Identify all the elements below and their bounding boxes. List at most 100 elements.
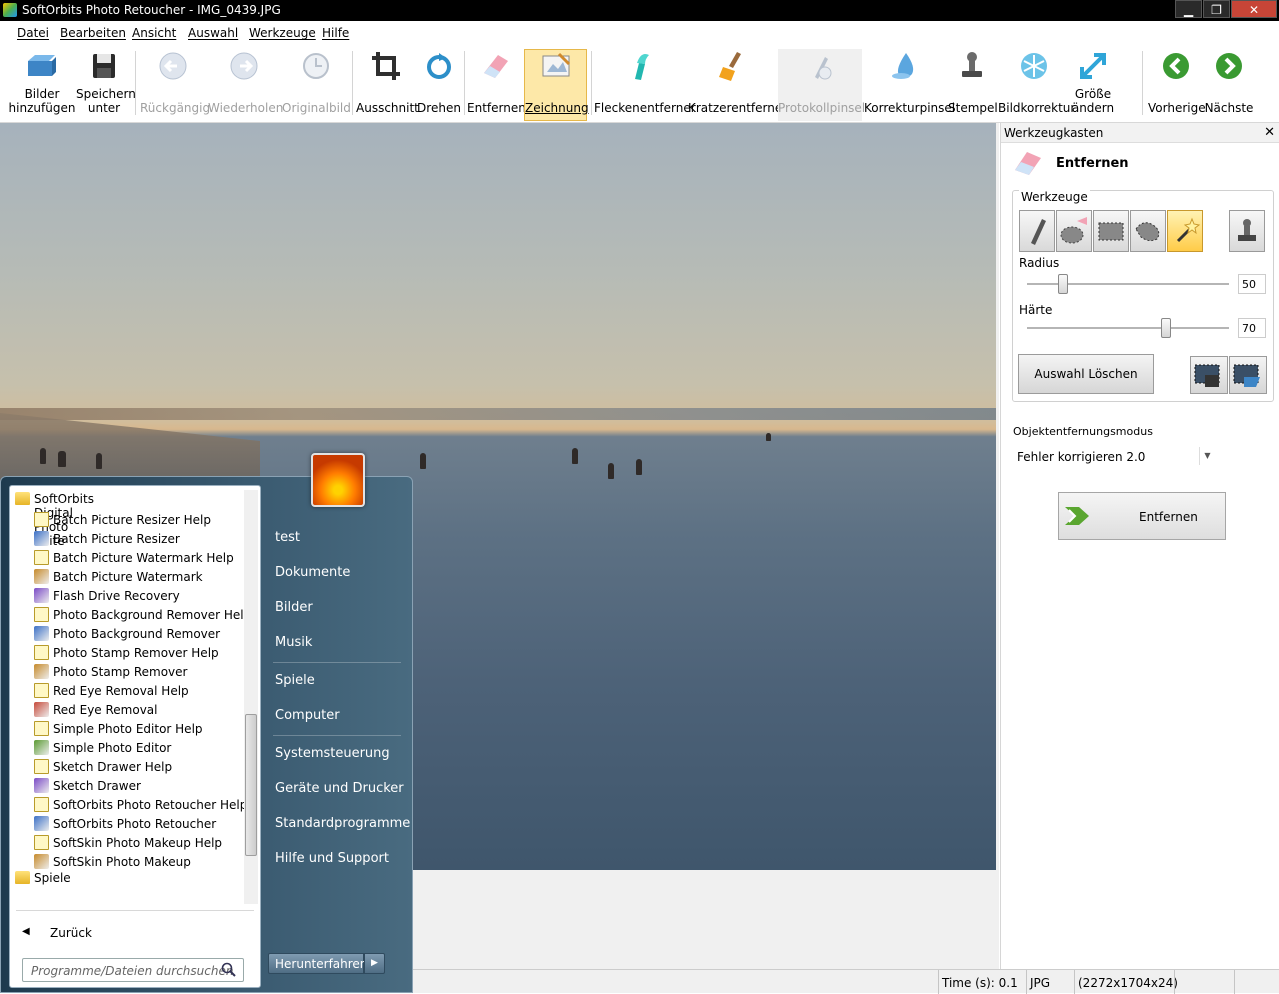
drawing-icon [542,52,570,77]
minimize-button[interactable]: ▁ [1175,0,1202,18]
start-music[interactable]: Musik [275,635,312,650]
lasso-eraser-tool[interactable] [1056,210,1092,252]
app-icon [34,854,49,869]
eraser-icon [484,55,508,78]
separator [273,735,401,736]
resize-button[interactable]: Größe ändern [1070,49,1116,121]
search-input[interactable]: Programme/Dateien durchsuchen [22,958,244,982]
menu-bar: Datei Bearbeiten Ansicht Auswahl Werkzeu… [0,21,1279,45]
rotate-button[interactable]: Drehen [417,49,461,121]
back-button[interactable]: Zurück [50,926,92,940]
rectangle-select-tool[interactable] [1093,210,1129,252]
arrow-right-icon [1065,507,1089,525]
redo-button[interactable]: Wiederholen [208,49,283,121]
start-control-panel[interactable]: Systemsteuerung [275,746,390,761]
next-arrow-icon [1216,53,1242,79]
magic-wand-icon [1176,217,1201,243]
pencil-tool[interactable] [1019,210,1055,252]
toolbox-close-button[interactable]: ✕ [1264,125,1275,140]
radius-value[interactable]: 50 [1238,274,1266,294]
start-help-support[interactable]: Hilfe und Support [275,851,389,866]
user-avatar[interactable] [311,453,365,507]
app-logo-icon [3,3,17,17]
hardness-slider[interactable] [1027,327,1229,329]
hardness-value[interactable]: 70 [1238,318,1266,338]
radius-slider[interactable] [1027,283,1229,285]
toolbar-separator [591,51,592,115]
menu-bearbeiten[interactable]: Bearbeiten [60,26,126,40]
stamp-button[interactable]: Stempel [948,49,998,121]
stamp-tool[interactable] [1229,210,1265,252]
magic-wand-tool[interactable] [1167,210,1203,252]
protocol-brush-button[interactable]: Protokollpinsel [778,49,865,121]
drawing-tool-button[interactable]: Zeichnung [524,49,589,121]
removal-mode-select[interactable]: Fehler korrigieren 2.0 ▼ [1013,445,1215,467]
toolbox-section-title: Entfernen [1056,156,1129,171]
programs-scrollbar[interactable] [244,490,258,904]
remove-tool-button[interactable]: Entfernen [467,49,526,121]
pencil-icon [1031,219,1046,245]
load-selection-icon [1233,364,1260,387]
status-time: Time (s): 0.1 [938,970,1026,994]
status-empty [1234,970,1279,994]
start-documents[interactable]: Dokumente [275,565,350,580]
horizon-shore [0,408,996,420]
scratch-remover-button[interactable]: Kratzerentferner [688,49,787,121]
swimmer [766,433,771,441]
crop-icon [372,52,400,80]
toolbox-panel: Werkzeugkasten ✕ Entfernen Werkzeuge Rad… [1000,123,1279,969]
scrollbar-thumb[interactable] [245,714,257,856]
hardness-slider-thumb[interactable] [1161,318,1172,338]
correction-brush-button[interactable]: Korrekturpinsel [864,49,955,121]
start-default-programs[interactable]: Standardprogramme [275,816,410,831]
app-icon [34,816,49,831]
toolbar: Bilder hinzufügen Speichern unter Rückgä… [0,45,1279,123]
separator [16,910,254,911]
start-user-name[interactable]: test [275,530,300,545]
water-drop-icon [892,53,914,79]
menu-hilfe[interactable]: Hilfe [322,26,349,40]
search-icon[interactable] [221,962,237,978]
clock-icon [303,53,329,79]
original-image-button[interactable]: Originalbild [282,49,351,121]
lasso-select-tool[interactable] [1130,210,1166,252]
shutdown-button[interactable]: Herunterfahren [268,953,367,974]
start-games[interactable]: Spiele [275,673,315,688]
image-correction-button[interactable]: Bildkorrektur [998,49,1075,121]
menu-ansicht[interactable]: Ansicht [132,26,176,40]
help-icon [34,835,49,850]
menu-auswahl[interactable]: Auswahl [188,26,238,40]
removal-mode-label: Objektentfernungsmodus [1013,425,1153,438]
app-icon [34,702,49,717]
start-devices-printers[interactable]: Geräte und Drucker [275,781,404,796]
shutdown-options-button[interactable]: ▶ [364,953,385,974]
save-selection-button[interactable] [1190,356,1228,394]
menu-datei[interactable]: Datei [17,26,49,40]
broom-icon [719,52,741,81]
floppy-disk-icon [93,54,115,78]
add-images-button[interactable]: Bilder hinzufügen [8,49,76,121]
resize-arrow-icon [1080,53,1106,79]
lasso-eraser-icon [1060,217,1087,244]
title-bar: SoftOrbits Photo Retoucher - IMG_0439.JP… [0,0,1279,21]
maximize-button[interactable]: ❐ [1203,0,1230,18]
next-button[interactable]: Nächste [1204,49,1254,121]
spot-remover-button[interactable]: Fleckenentferner [594,49,696,121]
load-selection-button[interactable] [1229,356,1267,394]
previous-button[interactable]: Vorherige [1148,49,1206,121]
radius-slider-thumb[interactable] [1058,274,1069,294]
clear-selection-button[interactable]: Auswahl Löschen [1018,354,1154,394]
app-icon [34,664,49,679]
tools-group-title: Werkzeuge [1019,190,1090,204]
lasso-icon [1135,222,1160,242]
start-computer[interactable]: Computer [275,708,340,723]
status-dimensions: (2272x1704x24) [1074,970,1178,994]
menu-werkzeuge[interactable]: Werkzeuge [249,26,316,40]
crop-button[interactable]: Ausschnitt [356,49,419,121]
folder-icon [15,871,30,884]
remove-button[interactable]: Entfernen [1058,492,1226,540]
undo-button[interactable]: Rückgängig [140,49,210,121]
start-pictures[interactable]: Bilder [275,600,313,615]
close-button[interactable]: ✕ [1231,0,1277,18]
save-as-button[interactable]: Speichern unter [76,49,136,121]
